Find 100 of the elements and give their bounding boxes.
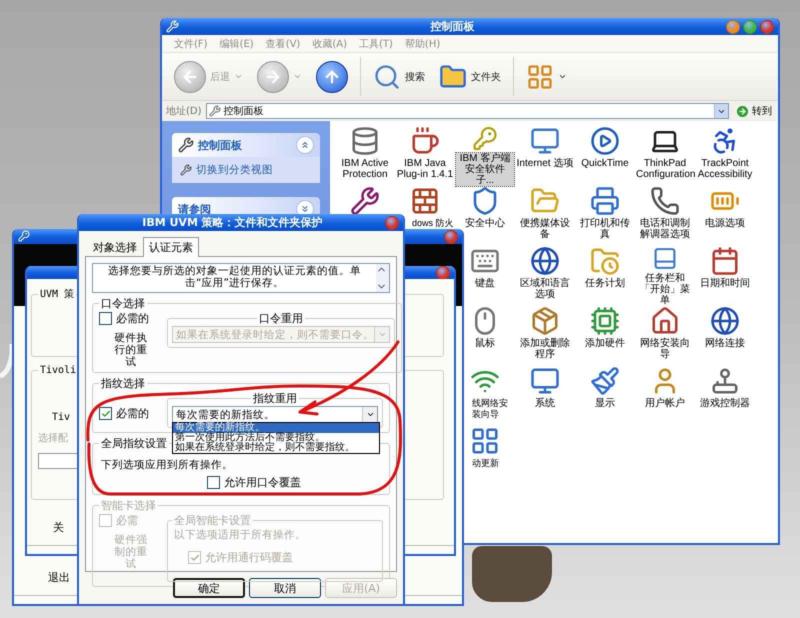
retry-label: 硬件执行的重试	[114, 332, 148, 368]
close-button[interactable]	[760, 20, 774, 34]
item-label[interactable]: 区域和语言选项	[516, 278, 574, 300]
group-title: 智能卡选择	[100, 498, 157, 513]
item-label[interactable]: 网络连接	[705, 338, 745, 349]
app-icon	[18, 230, 31, 243]
caret-icon	[293, 72, 302, 81]
panel-title: 请参阅	[178, 202, 212, 216]
checkbox-label: 必需的	[116, 406, 149, 421]
retry-label: 硬件强制的重试	[114, 534, 148, 570]
package-icon[interactable]	[530, 306, 560, 336]
item-label[interactable]: 安全中心	[465, 218, 505, 229]
checkbox-label: 必需	[116, 513, 138, 528]
item-label[interactable]: 鼠标	[475, 338, 495, 349]
play-circle-icon[interactable]	[590, 126, 620, 156]
item-label[interactable]: 添加硬件	[585, 338, 625, 349]
wrench-icon[interactable]	[350, 186, 380, 216]
item-label[interactable]: IBM 客户端安全软件子...	[456, 153, 514, 186]
tivoli-text: Tiv	[52, 412, 70, 423]
joystick-icon[interactable]	[710, 366, 740, 396]
house-icon[interactable]	[650, 306, 680, 336]
item-label[interactable]: 显示	[595, 398, 615, 409]
monitor-icon[interactable]	[530, 126, 560, 156]
item-label[interactable]: 电源选项	[705, 218, 745, 229]
monitor-icon[interactable]	[530, 366, 560, 396]
switch-view-link[interactable]: 切换到分类视图	[196, 163, 273, 177]
tools-icon	[166, 20, 179, 33]
scrollbar[interactable]	[376, 264, 389, 292]
item-label[interactable]: 游戏控制器	[700, 398, 750, 409]
address-field[interactable]: 控制面板	[206, 103, 729, 119]
note-text: 下列选项应用到所有操作。	[100, 458, 234, 472]
item-label[interactable]: TrackPoint Accessibility	[696, 158, 754, 180]
item-label[interactable]: IBM Active Protection	[336, 158, 394, 180]
group-title: 口令重用	[258, 311, 304, 326]
tools-icon	[178, 137, 194, 153]
globe-icon[interactable]	[710, 306, 740, 336]
window-title: 控制面板	[429, 19, 476, 34]
dialog-button[interactable]: 取消	[249, 578, 321, 598]
minimize-button[interactable]	[726, 20, 740, 34]
go-button[interactable]: 转到	[733, 104, 774, 118]
close-text-button[interactable]: 关	[49, 518, 68, 537]
note-text: 以下选项适用于所有操作。	[173, 529, 306, 541]
item-label[interactable]: 任务栏和「开始」菜单	[636, 273, 694, 306]
item-label[interactable]: 网络安装向导	[636, 338, 694, 360]
item-label[interactable]: 用户帐户	[645, 398, 685, 409]
folder-icon	[439, 62, 467, 90]
close-button[interactable]	[444, 230, 458, 244]
tools-icon	[208, 105, 221, 117]
chip-icon[interactable]	[590, 306, 620, 336]
item-label[interactable]: 线网络安装向导	[472, 398, 515, 420]
panel-title: 控制面板	[198, 138, 243, 152]
maximize-button[interactable]	[743, 20, 757, 34]
reuse-dropdown[interactable]: 每次需要的新指纹。	[172, 406, 378, 423]
panel-header[interactable]: 控制面板	[172, 133, 320, 157]
item-label[interactable]: 键盘	[475, 278, 495, 289]
item-label[interactable]: 日期和时间	[700, 278, 750, 289]
checkbox-label: 必需的	[116, 311, 149, 326]
group-title: 全局指纹设置	[100, 436, 168, 451]
item-label[interactable]: dows 防火	[412, 218, 455, 229]
checkbox-label: 允许用口令覆盖	[224, 475, 301, 490]
close-button[interactable]	[385, 216, 399, 230]
group-title: 指纹重用	[252, 391, 298, 406]
item-label[interactable]: 打印机和传真	[576, 218, 634, 240]
group-title: 全局智能卡设置	[173, 513, 252, 528]
item-label[interactable]: 动更新	[472, 458, 515, 469]
item-label[interactable]: Internet 选项	[516, 158, 574, 169]
tools-icon	[180, 164, 192, 176]
search-icon	[373, 62, 401, 90]
exit-button[interactable]: 退出	[44, 568, 74, 587]
item-label[interactable]: 便携媒体设备	[516, 218, 574, 240]
dropdown-button[interactable]	[714, 104, 728, 118]
grid-icon[interactable]	[470, 426, 500, 456]
item-label[interactable]: ThinkPad Configuration	[636, 158, 694, 180]
calendar-icon[interactable]	[710, 246, 740, 276]
tab[interactable]: 认证元素	[143, 237, 199, 257]
collapse-icon[interactable]	[296, 136, 314, 154]
checkbox-label: 允许用通行码覆盖	[205, 550, 293, 565]
dialog-button[interactable]: 确定	[173, 578, 245, 598]
caret-icon	[558, 72, 567, 81]
cylinder-icon[interactable]	[350, 126, 380, 156]
item-label[interactable]: 添加或删除程序	[516, 338, 574, 360]
item-label[interactable]: 电话和调制解调器选项	[636, 218, 694, 240]
globe-icon[interactable]	[530, 246, 560, 276]
item-label[interactable]: 任务计划	[585, 278, 625, 289]
search-button[interactable]: 搜索	[369, 60, 429, 92]
item-label[interactable]: IBM Java Plug-in 1.4.1	[396, 158, 454, 180]
tab[interactable]: 对象选择	[87, 237, 143, 257]
phone-icon[interactable]	[650, 186, 680, 216]
folders-button[interactable]: 文件夹	[435, 60, 505, 92]
item-label[interactable]: 系统	[535, 398, 555, 409]
close-button[interactable]	[436, 266, 450, 280]
brick-wall-icon[interactable]	[410, 186, 440, 216]
dropdown-option[interactable]: 每次需要的新指纹。	[173, 423, 379, 433]
checkbox[interactable]	[207, 476, 220, 489]
item-label[interactable]: QuickTime	[581, 158, 629, 169]
grid-icon	[526, 62, 554, 90]
coffee-cup-icon[interactable]	[410, 126, 440, 156]
paintbrush-icon[interactable]	[590, 366, 620, 396]
checkbox[interactable]	[99, 407, 112, 420]
printer-icon[interactable]	[590, 186, 620, 216]
